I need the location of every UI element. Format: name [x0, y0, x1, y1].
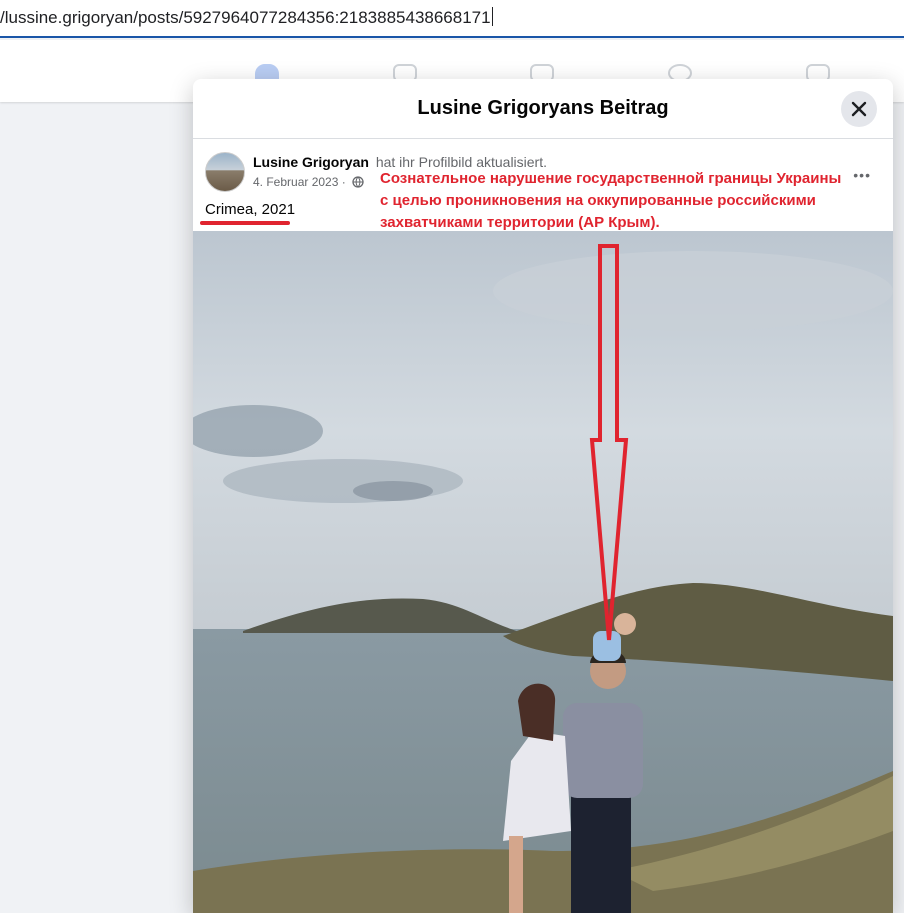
- close-icon: [851, 101, 867, 117]
- cloud: [493, 251, 893, 331]
- globe-icon: [352, 176, 364, 188]
- close-button[interactable]: [841, 91, 877, 127]
- post-photo[interactable]: [193, 231, 893, 913]
- author-name[interactable]: Lusine Grigoryan: [253, 154, 369, 170]
- annotation-line: с целью проникновения на оккупированные …: [380, 192, 816, 209]
- post-date[interactable]: 4. Februar 2023 ·: [253, 175, 346, 189]
- photo-scene: [193, 231, 893, 913]
- post-meta: 4. Februar 2023 ·: [253, 175, 364, 189]
- cloud: [353, 481, 433, 501]
- post-caption: Crimea, 2021: [205, 201, 296, 218]
- modal-title: Lusine Grigoryans Beitrag: [417, 97, 669, 119]
- address-bar-url[interactable]: /lussine.grigoryan/posts/592796407728435…: [0, 7, 493, 28]
- annotation-text: Сознательное нарушение государственной г…: [380, 168, 890, 234]
- annotation-line: Сознательное нарушение государственной г…: [380, 170, 842, 187]
- text-caret: [491, 7, 493, 26]
- modal-header: Lusine Grigoryans Beitrag: [193, 79, 893, 139]
- address-bar[interactable]: /lussine.grigoryan/posts/592796407728435…: [0, 0, 904, 38]
- post-modal: Lusine Grigoryans Beitrag Lusine Grigory…: [193, 79, 893, 913]
- caption-underline: [200, 221, 290, 225]
- cloud: [223, 459, 463, 503]
- avatar[interactable]: [205, 152, 245, 192]
